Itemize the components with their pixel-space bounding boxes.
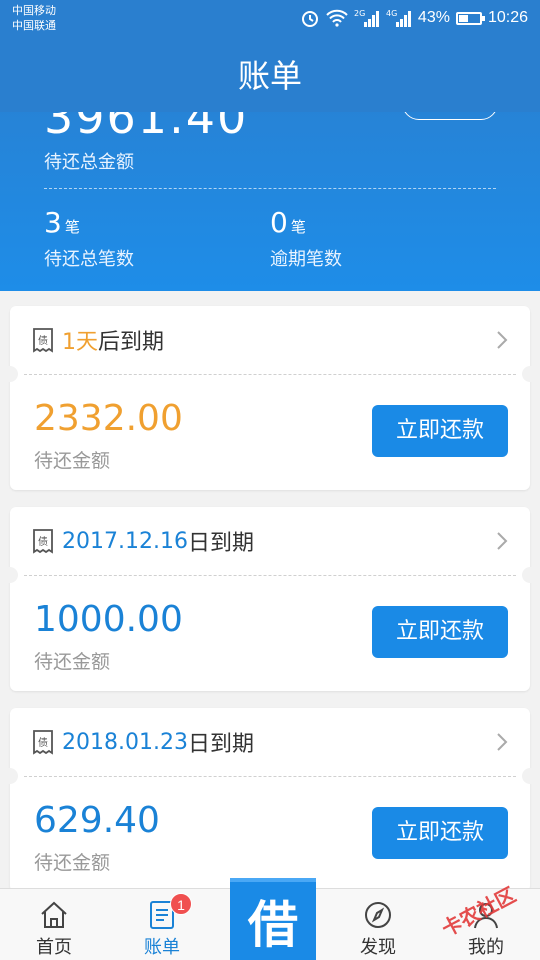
bill-due-header[interactable]: 债 1天 后到期 [10,306,530,374]
due-highlight: 2018.01.23 [62,729,188,755]
bill-due-header[interactable]: 债 2017.12.16 日到期 [10,507,530,575]
due-highlight: 1天 [62,330,98,355]
nav-discover[interactable]: 发现 [338,889,418,960]
signal-icon-2g: 2G [354,9,379,27]
page-title: 账单 [237,57,302,95]
ticket-notch-left [2,567,18,583]
summary-header: 账单 3961.40 借款记录 待还总金额 3笔 待还总笔数 0笔 逾期笔数 [0,36,540,291]
ticket-notch-left [2,366,18,382]
carrier-info: 中国移动 中国联通 [12,3,56,33]
bill-amount: 2332.00 [34,398,183,439]
ticket-notch-left [2,768,18,784]
bill-card[interactable]: 债 2018.01.23 日到期 629.40 待还金额 立即还款 [2,708,538,892]
battery-percent: 43% [417,9,450,26]
bill-icon: 债 [33,328,53,353]
svg-text:债: 债 [38,736,48,749]
bill-amount: 629.40 [34,800,160,841]
bill-icon: 债 [33,529,53,554]
due-highlight: 2017.12.16 [62,528,188,554]
pending-count-unit: 笔 [64,218,80,236]
battery-icon [455,11,485,25]
ticket-notch-right [522,567,538,583]
bill-icon: 债 [33,730,53,755]
overdue-count-label: 逾期笔数 [270,249,342,270]
svg-text:债: 债 [38,535,48,548]
home-icon [41,901,67,928]
due-suffix: 日到期 [187,732,254,757]
chevron-right-icon [497,532,508,550]
bill-amount-label: 待还金额 [34,852,111,874]
pending-count-label: 待还总笔数 [44,249,134,270]
status-icons: 2G 4G 43% 10:26 [300,6,528,30]
bill-amount-label: 待还金额 [34,450,111,472]
total-amount-label: 待还总金额 [44,152,134,173]
overdue-count-unit: 笔 [290,218,306,236]
pending-count-stat: 3笔 待还总笔数 [44,206,134,271]
carrier-1: 中国移动 [12,4,56,17]
nav-discover-label: 发现 [360,937,396,958]
repay-now-button[interactable]: 立即还款 [372,405,508,457]
bill-badge: 1 [170,893,192,915]
overdue-count: 0 [270,206,288,239]
svg-text:4G: 4G [386,9,397,18]
nav-bill[interactable]: 1 账单 [122,889,202,960]
repay-now-button[interactable]: 立即还款 [372,807,508,859]
due-suffix: 日到期 [187,531,254,556]
battery-level [458,14,468,22]
chevron-right-icon [497,733,508,751]
ticket-notch-right [522,768,538,784]
svg-text:债: 债 [38,334,48,347]
bill-amount: 1000.00 [34,599,183,640]
ticket-notch-right [522,366,538,382]
borrow-button[interactable]: 借 [230,878,316,960]
chevron-right-icon [497,331,508,349]
compass-icon [365,902,391,928]
card-divider [24,776,516,777]
bill-due-header[interactable]: 债 2018.01.23 日到期 [10,708,530,776]
repay-now-button[interactable]: 立即还款 [372,606,508,658]
borrow-label: 借 [248,896,298,954]
bill-card[interactable]: 债 2017.12.16 日到期 1000.00 待还金额 立即还款 [2,507,538,691]
bill-amount-label: 待还金额 [34,651,111,673]
wifi-icon [326,9,348,27]
carrier-2: 中国联通 [12,19,56,32]
svg-text:2G: 2G [354,9,365,18]
signal-icon-4g: 4G [386,9,411,27]
overdue-count-stat: 0笔 逾期笔数 [270,206,342,271]
card-divider [24,374,516,375]
header-divider [44,188,496,189]
bill-card[interactable]: 债 1天 后到期 2332.00 待还金额 立即还款 [2,306,538,490]
title-bar: 账单 [0,36,540,112]
card-divider [24,575,516,576]
due-suffix: 后到期 [98,330,165,355]
clock: 10:26 [487,9,528,26]
nav-home-label: 首页 [36,937,72,958]
alarm-icon [301,11,318,27]
nav-home[interactable]: 首页 [14,889,94,960]
nav-bill-label: 账单 [144,937,180,958]
status-bar: 中国移动 中国联通 2G 4G 43% 10:26 [0,0,540,36]
pending-count: 3 [44,206,62,239]
